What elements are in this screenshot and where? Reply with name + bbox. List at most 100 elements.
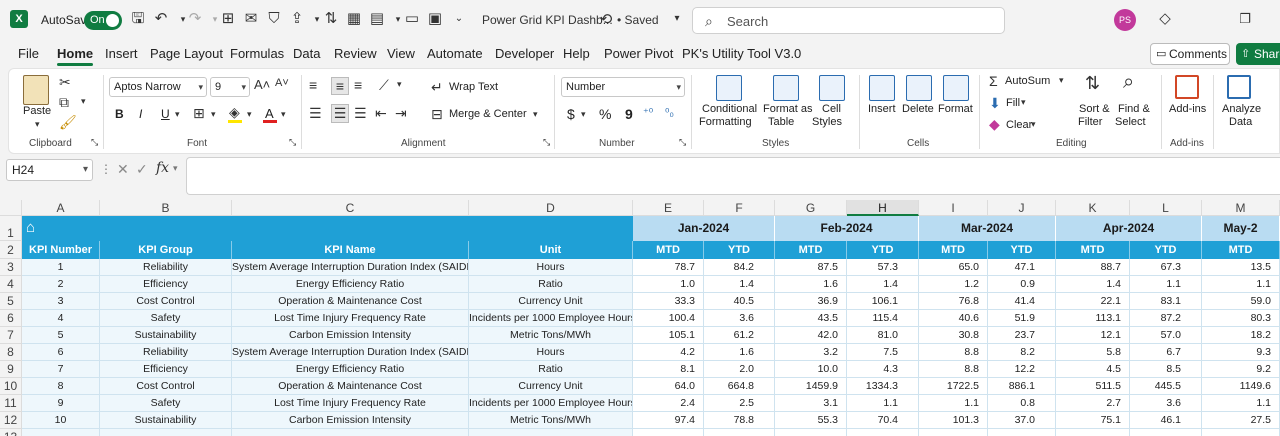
table-cell[interactable]: Energy Efficiency Ratio: [232, 361, 469, 378]
table-cell[interactable]: 1.1: [1130, 276, 1202, 293]
table-cell[interactable]: Incidents per 1000 Employee Hours: [469, 395, 633, 412]
table-cell[interactable]: [775, 429, 847, 436]
column-header[interactable]: C: [232, 200, 469, 216]
period-header[interactable]: MTD: [633, 241, 704, 259]
table-cell[interactable]: 51.9: [988, 310, 1056, 327]
table-cell[interactable]: 1.4: [847, 276, 919, 293]
period-header[interactable]: MTD: [775, 241, 847, 259]
increase-indent-icon[interactable]: ⇥: [395, 105, 407, 122]
cell-styles-icon[interactable]: [819, 75, 845, 101]
font-name-select[interactable]: Aptos Narrow ▾: [109, 77, 207, 97]
table-cell[interactable]: 87.5: [775, 259, 847, 276]
table-cell[interactable]: Efficiency: [100, 361, 232, 378]
table-cell[interactable]: 9: [22, 395, 100, 412]
merge-center-button[interactable]: Merge & Center: [449, 108, 527, 120]
column-header[interactable]: L: [1130, 200, 1202, 216]
table-cell[interactable]: 18.2: [1202, 327, 1280, 344]
font-color-icon[interactable]: A: [265, 106, 274, 121]
paste-label[interactable]: Paste: [23, 105, 51, 117]
premium-diamond-icon[interactable]: ◇: [1156, 10, 1174, 28]
row-header[interactable]: 10: [0, 378, 22, 395]
table-cell[interactable]: Incidents per 1000 Employee Hours: [469, 310, 633, 327]
comments-button[interactable]: ▭ Comments: [1150, 43, 1230, 65]
formula-expand-icon[interactable]: ▾: [173, 163, 178, 174]
table-cell[interactable]: 9.3: [1202, 344, 1280, 361]
row-header[interactable]: 4: [0, 276, 22, 293]
row-header[interactable]: 13: [0, 429, 22, 436]
table-cell[interactable]: 5: [22, 327, 100, 344]
row-header[interactable]: 7: [0, 327, 22, 344]
table-cell[interactable]: [988, 429, 1056, 436]
table-cell[interactable]: Safety: [100, 395, 232, 412]
column-header[interactable]: H: [847, 200, 919, 216]
table-cell[interactable]: 8.8: [919, 361, 988, 378]
table-cell[interactable]: 105.1: [633, 327, 704, 344]
table-cell[interactable]: 3.1: [775, 395, 847, 412]
tab-power-pivot[interactable]: Power Pivot: [604, 46, 673, 61]
sort-icon[interactable]: ⇅: [322, 10, 340, 28]
fill-icon[interactable]: ⬇: [989, 95, 1001, 112]
table-cell[interactable]: [847, 429, 919, 436]
table-cell[interactable]: 27.5: [1202, 412, 1280, 429]
autosum-button[interactable]: AutoSum: [1005, 75, 1050, 87]
period-header[interactable]: MTD: [1056, 241, 1130, 259]
table-cell[interactable]: [100, 429, 232, 436]
table-cell[interactable]: 2.7: [1056, 395, 1130, 412]
table-cell[interactable]: 55.3: [775, 412, 847, 429]
borders-dropdown-icon[interactable]: ▾: [211, 109, 216, 120]
table-cell[interactable]: [22, 429, 100, 436]
table-cell[interactable]: 61.2: [704, 327, 775, 344]
table-cell[interactable]: 1.1: [919, 395, 988, 412]
copy-icon[interactable]: ⧉: [59, 94, 69, 111]
table-cell[interactable]: 57.3: [847, 259, 919, 276]
table-cell[interactable]: Hours: [469, 344, 633, 361]
table-cell[interactable]: 46.1: [1130, 412, 1202, 429]
row-header[interactable]: 6: [0, 310, 22, 327]
print-preview-icon[interactable]: ▣: [426, 10, 444, 28]
tab-help[interactable]: Help: [563, 46, 590, 61]
wrap-text-icon[interactable]: ↵: [431, 79, 443, 96]
table-cell[interactable]: 36.9: [775, 293, 847, 310]
table-column-header[interactable]: KPI Name: [232, 241, 469, 259]
table-cell[interactable]: 1.1: [847, 395, 919, 412]
table-cell[interactable]: 10: [22, 412, 100, 429]
tab-formulas[interactable]: Formulas: [230, 46, 284, 61]
enter-icon[interactable]: ✓: [136, 161, 148, 178]
table-cell[interactable]: 37.0: [988, 412, 1056, 429]
home-icon[interactable]: ⌂: [26, 219, 35, 236]
table-cell[interactable]: Operation & Maintenance Cost: [232, 378, 469, 395]
pivot-icon[interactable]: ▦: [345, 10, 363, 28]
autosum-icon[interactable]: Σ: [989, 73, 998, 89]
table-cell[interactable]: 75.1: [1056, 412, 1130, 429]
table-cell[interactable]: 57.0: [1130, 327, 1202, 344]
currency-button[interactable]: $: [567, 106, 575, 122]
table-cell[interactable]: Ratio: [469, 276, 633, 293]
table-cell[interactable]: Metric Tons/MWh: [469, 412, 633, 429]
table-cell[interactable]: Lost Time Injury Frequency Rate: [232, 395, 469, 412]
clear-button[interactable]: Clear: [1006, 119, 1032, 131]
tab-data[interactable]: Data: [293, 46, 320, 61]
table-cell[interactable]: 100.4: [633, 310, 704, 327]
table-cell[interactable]: 8.1: [633, 361, 704, 378]
table-cell[interactable]: 2.5: [704, 395, 775, 412]
table-cell[interactable]: [232, 429, 469, 436]
table-cell[interactable]: 2: [22, 276, 100, 293]
table-cell[interactable]: 4.3: [847, 361, 919, 378]
column-header[interactable]: B: [100, 200, 232, 216]
decrease-decimal-icon[interactable]: ⁰₀: [665, 106, 674, 119]
month-header[interactable]: Feb-2024: [775, 216, 919, 241]
format-cells-icon[interactable]: [943, 75, 969, 101]
borders-icon[interactable]: ⊞: [219, 10, 237, 28]
cut-icon[interactable]: ✂: [59, 74, 71, 91]
share-button[interactable]: ⇧Share: [1236, 43, 1280, 65]
format-as-table-icon[interactable]: [773, 75, 799, 101]
table-cell[interactable]: System Average Interruption Duration Ind…: [232, 344, 469, 361]
percent-button[interactable]: %: [599, 106, 611, 122]
table-cell[interactable]: 81.0: [847, 327, 919, 344]
column-header[interactable]: E: [633, 200, 704, 216]
table-cell[interactable]: [469, 429, 633, 436]
clear-dropdown-icon[interactable]: ▾: [1031, 119, 1036, 130]
table-cell[interactable]: Operation & Maintenance Cost: [232, 293, 469, 310]
row-header[interactable]: 3: [0, 259, 22, 276]
table-cell[interactable]: Reliability: [100, 259, 232, 276]
